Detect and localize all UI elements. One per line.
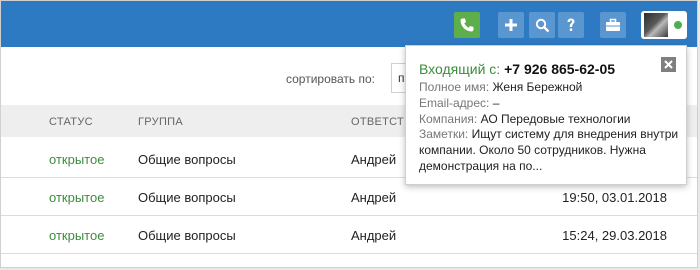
close-button[interactable] — [661, 57, 676, 72]
responsible-cell: Андрей — [351, 190, 397, 205]
status-cell: открытое — [49, 190, 105, 205]
email-line: Email-адрес: – — [419, 96, 499, 110]
app-window: сортировать по: п СТАТУС ГРУППА ОТВЕТСТВ… — [0, 0, 698, 268]
full-name-label: Полное имя: — [419, 80, 490, 94]
email-value: – — [492, 96, 500, 110]
column-header-status[interactable]: СТАТУС — [49, 116, 93, 128]
briefcase-button[interactable] — [600, 12, 626, 38]
incoming-call-popup: Входящий с: +7 926 865-62-05 Полное имя:… — [405, 45, 687, 185]
group-cell: Общие вопросы — [138, 190, 236, 205]
avatar — [644, 13, 668, 37]
help-button[interactable] — [558, 12, 584, 38]
briefcase-icon — [605, 18, 621, 32]
responsible-cell: Андрей — [351, 228, 397, 243]
close-icon — [664, 56, 673, 74]
table-row[interactable]: открытое Общие вопросы Андрей 15:24, 29.… — [1, 216, 697, 254]
company-line: Компания: АО Передовые технологии — [419, 112, 630, 126]
status-cell: открытое — [49, 152, 105, 167]
group-cell: Общие вопросы — [138, 228, 236, 243]
group-cell: Общие вопросы — [138, 152, 236, 167]
sort-label: сортировать по: — [286, 72, 376, 86]
phone-icon — [459, 17, 475, 33]
column-header-group[interactable]: ГРУППА — [138, 116, 183, 128]
full-name-value: Женя Бережной — [492, 80, 583, 94]
top-navigation-bar — [1, 1, 697, 47]
popup-title: Входящий с: +7 926 865-62-05 — [419, 61, 615, 77]
status-cell: открытое — [49, 228, 105, 243]
online-status-indicator — [674, 21, 682, 29]
phone-button[interactable] — [454, 12, 480, 38]
help-icon — [564, 17, 578, 33]
user-menu[interactable] — [641, 11, 687, 39]
company-value: АО Передовые технологии — [480, 112, 631, 126]
company-label: Компания: — [419, 112, 478, 126]
plus-icon — [504, 18, 518, 32]
add-button[interactable] — [498, 12, 524, 38]
caller-phone[interactable]: +7 926 865-62-05 — [504, 61, 615, 77]
responsible-cell: Андрей — [351, 152, 397, 167]
full-name-line: Полное имя: Женя Бережной — [419, 80, 582, 94]
date-cell: 19:50, 03.01.2018 — [562, 190, 667, 205]
search-icon — [535, 18, 550, 33]
notes-block: Заметки: Ищут систему для внедрения внут… — [419, 126, 681, 174]
email-label: Email-адрес: — [419, 96, 490, 110]
notes-label: Заметки: — [419, 127, 469, 141]
date-cell: 15:24, 29.03.2018 — [562, 228, 667, 243]
search-button[interactable] — [529, 12, 555, 38]
incoming-label: Входящий с: — [419, 61, 501, 77]
